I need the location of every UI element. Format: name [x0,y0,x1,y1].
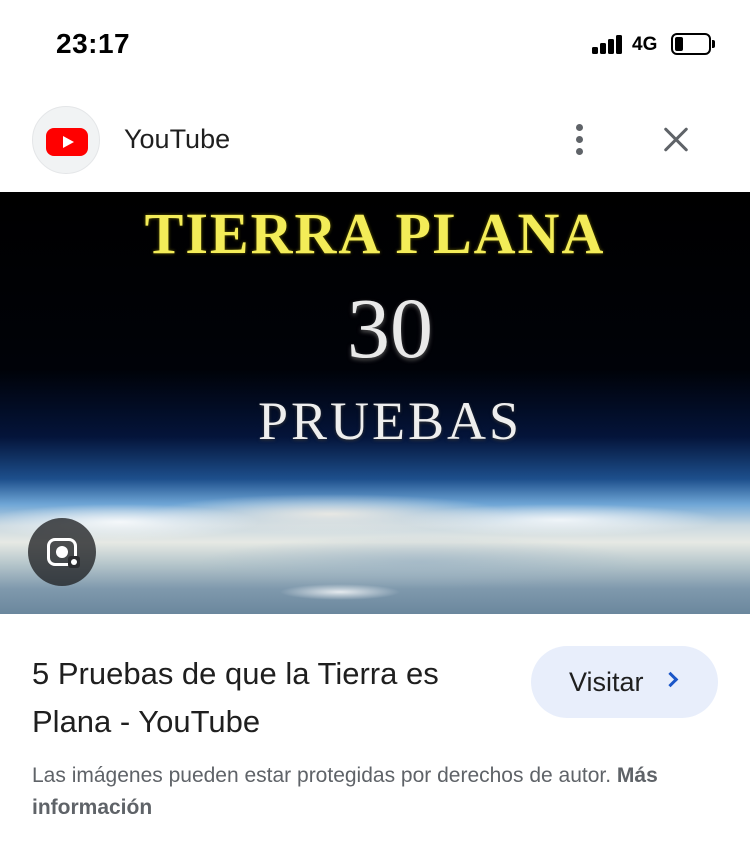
status-time: 23:17 [56,28,131,59]
visit-button[interactable]: Visitar [531,646,718,718]
youtube-logo-icon [46,128,88,156]
more-vert-icon [576,124,583,131]
chevron-right-icon [662,671,679,688]
battery-icon [671,33,715,55]
more-options-button[interactable] [560,118,600,162]
visit-label: Visitar [569,667,644,697]
close-button[interactable] [652,118,700,162]
network-type: 4G [632,34,658,55]
result-title[interactable]: 5 Pruebas de que la Tierra es Plana - Yo… [32,650,502,746]
image-caption-number: 30 [347,280,433,376]
site-name[interactable]: YouTube [124,124,230,155]
cellular-signal-icon [592,34,626,54]
earth-horizon [0,492,750,614]
lens-search-button[interactable] [28,518,96,586]
image-caption-title: TIERRA PLANA [144,201,606,266]
copyright-notice-text: Las imágenes pueden estar protegidas por… [32,764,617,787]
source-header: YouTube [0,100,750,190]
image-caption-subtitle: PRUEBAS [257,391,523,451]
status-bar: 23:17 4G [0,0,750,90]
image-preview[interactable]: TIERRA PLANA 30 PRUEBAS [0,192,750,614]
site-logo[interactable] [32,106,100,174]
copyright-notice: Las imágenes pueden estar protegidas por… [32,760,722,824]
